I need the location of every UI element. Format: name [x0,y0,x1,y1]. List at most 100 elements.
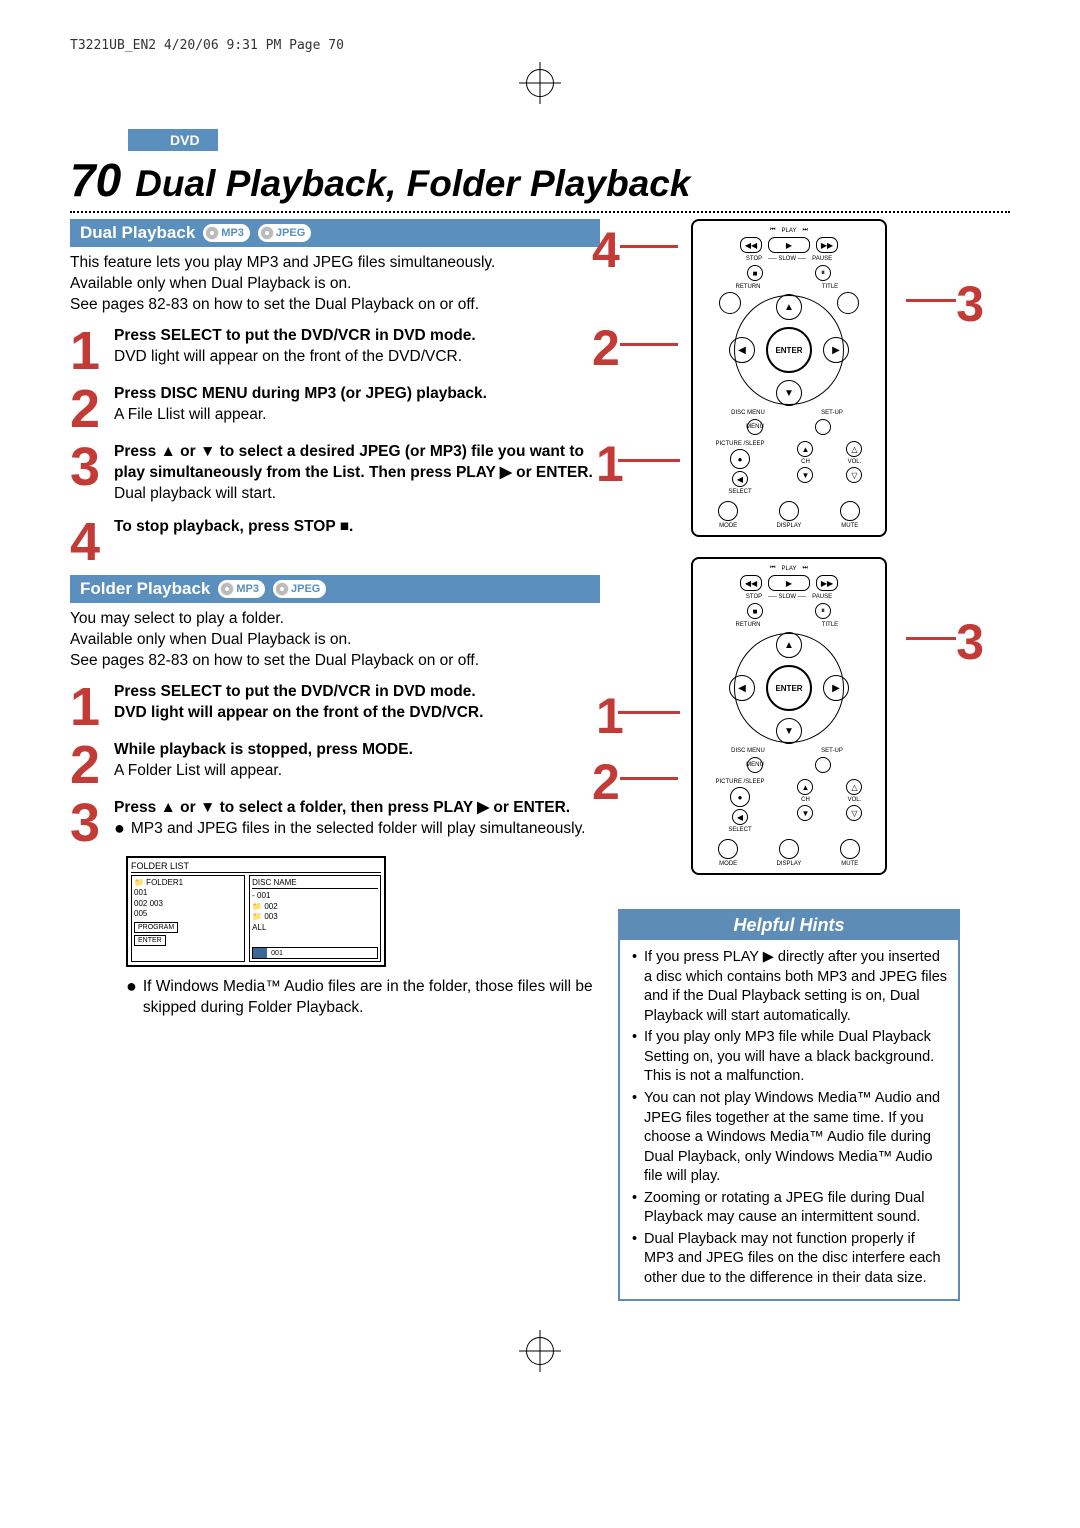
hint-item: If you press PLAY ▶ directly after you i… [644,948,948,1026]
folder-list-panel: FOLDER LIST 📁 FOLDER1 001 002 003 005 PR… [126,856,386,967]
right-column: 4 2 1 3 ⏮ PLAY ⏭ ◀◀ ▶ ▶▶ ST [618,219,960,1301]
hint-item: Dual Playback may not function properly … [644,1230,948,1289]
setup-button[interactable] [815,419,831,435]
registration-marks-bottom [70,1331,1010,1371]
pause-button[interactable]: ⏸ [815,265,831,281]
jpeg-badge: JPEG [258,224,311,242]
folder-step-3: 3 Press ▲ or ▼ to select a folder, then … [70,798,600,844]
bullet-icon: ● [126,977,137,997]
disc-menu-button[interactable]: MENU [747,757,763,773]
picture-button[interactable]: ● [730,787,750,807]
step-number-1: 1 [70,330,114,372]
dpad: ▲ ▼ ◀ ▶ ENTER [731,294,847,406]
hint-item: If you play only MP3 file while Dual Pla… [644,1028,948,1087]
step-number-3: 3 [70,802,114,844]
left-column: Dual Playback MP3 JPEG This feature lets… [70,219,600,1301]
step-number-2: 2 [70,744,114,786]
step-number-3: 3 [70,446,114,488]
folder-step-2: 2 While playback is stopped, press MODE.… [70,740,600,786]
folder-list-left: 📁 FOLDER1 001 002 003 005 PROGRAM ENTER [131,875,245,962]
folder-heading-text: Folder Playback [80,579,210,599]
callout-4: 4 [592,221,620,279]
enter-button[interactable]: ENTER [766,327,812,373]
dual-playback-heading: Dual Playback MP3 JPEG [70,219,600,247]
folder-list-right: DISC NAME - 001 📁 002 📁 003 ALL 001 [249,875,381,962]
disc-menu-button[interactable]: MENU [747,419,763,435]
ch-down-button[interactable]: ▼ [797,805,813,821]
bullet-icon: ● [114,819,125,839]
vol-up-button[interactable]: △ [846,779,862,795]
select-button[interactable]: ◀ [732,809,748,825]
preview-strip: 001 [252,947,378,959]
remote-diagram-dual: ⏮ PLAY ⏭ ◀◀ ▶ ▶▶ STOP ── SLOW ── PAUSE [691,219,887,537]
dual-step-2: 2 Press DISC MENU during MP3 (or JPEG) p… [70,384,600,430]
dual-step-1: 1 Press SELECT to put the DVD/VCR in DVD… [70,326,600,372]
ch-down-button[interactable]: ▼ [797,467,813,483]
mp3-badge: MP3 [203,224,250,242]
vol-down-button[interactable]: ▽ [846,467,862,483]
right-button[interactable]: ▶ [823,675,849,701]
disc-icon [205,226,219,240]
play-button[interactable]: ▶ [768,575,810,591]
print-header: T3221UB_EN2 4/20/06 9:31 PM Page 70 [70,38,1010,53]
disc-icon [275,582,289,596]
setup-button[interactable] [815,757,831,773]
next-button[interactable]: ▶▶ [816,575,838,591]
up-button[interactable]: ▲ [776,632,802,658]
step-number-4: 4 [70,521,114,563]
down-button[interactable]: ▼ [776,380,802,406]
disc-icon [260,226,274,240]
prev-button[interactable]: ◀◀ [740,237,762,253]
mp3-badge: MP3 [218,580,265,598]
up-button[interactable]: ▲ [776,294,802,320]
step-number-1: 1 [70,686,114,728]
vol-down-button[interactable]: ▽ [846,805,862,821]
disc-icon [220,582,234,596]
stop-button[interactable]: ■ [747,603,763,619]
helpful-hints-heading: Helpful Hints [620,911,958,940]
step-number-2: 2 [70,388,114,430]
dual-heading-text: Dual Playback [80,223,195,243]
prev-button[interactable]: ◀◀ [740,575,762,591]
down-button[interactable]: ▼ [776,718,802,744]
page-title: Dual Playback, Folder Playback [135,163,690,205]
hint-item: You can not play Windows Media™ Audio an… [644,1089,948,1187]
mute-button[interactable] [840,501,860,521]
display-button[interactable] [779,501,799,521]
vol-up-button[interactable]: △ [846,441,862,457]
left-button[interactable]: ◀ [729,337,755,363]
mode-button[interactable] [718,839,738,859]
folder-intro: You may select to play a folder. Availab… [70,609,600,672]
right-button[interactable]: ▶ [823,337,849,363]
folder-list-title: FOLDER LIST [131,861,381,873]
ch-up-button[interactable]: ▲ [797,441,813,457]
program-tab: PROGRAM [134,922,178,933]
dual-intro: This feature lets you play MP3 and JPEG … [70,253,600,316]
callout-2: 2 [592,753,620,811]
callout-3: 3 [956,275,984,333]
remote-diagram-folder: ⏮ PLAY ⏭ ◀◀ ▶ ▶▶ STOP ── SLOW ── PAUSE [691,557,887,875]
play-button[interactable]: ▶ [768,237,810,253]
folder-step-1: 1 Press SELECT to put the DVD/VCR in DVD… [70,682,600,728]
jpeg-badge: JPEG [273,580,326,598]
registration-marks-top [70,63,1010,103]
helpful-hints-box: Helpful Hints If you press PLAY ▶ direct… [618,909,960,1301]
mute-button[interactable] [840,839,860,859]
dual-step-4: 4 To stop playback, press STOP ■. [70,517,600,563]
display-button[interactable] [779,839,799,859]
select-button[interactable]: ◀ [732,471,748,487]
page-number: 70 [70,153,121,207]
callout-3: 3 [956,613,984,671]
pause-button[interactable]: ⏸ [815,603,831,619]
mode-button[interactable] [718,501,738,521]
dpad: ▲ ▼ ◀ ▶ ENTER [731,632,847,744]
callout-1: 1 [596,687,624,745]
enter-tab: ENTER [134,935,166,946]
stop-button[interactable]: ■ [747,265,763,281]
next-button[interactable]: ▶▶ [816,237,838,253]
left-button[interactable]: ◀ [729,675,755,701]
picture-button[interactable]: ● [730,449,750,469]
page: T3221UB_EN2 4/20/06 9:31 PM Page 70 DVD … [0,0,1080,1411]
ch-up-button[interactable]: ▲ [797,779,813,795]
enter-button[interactable]: ENTER [766,665,812,711]
